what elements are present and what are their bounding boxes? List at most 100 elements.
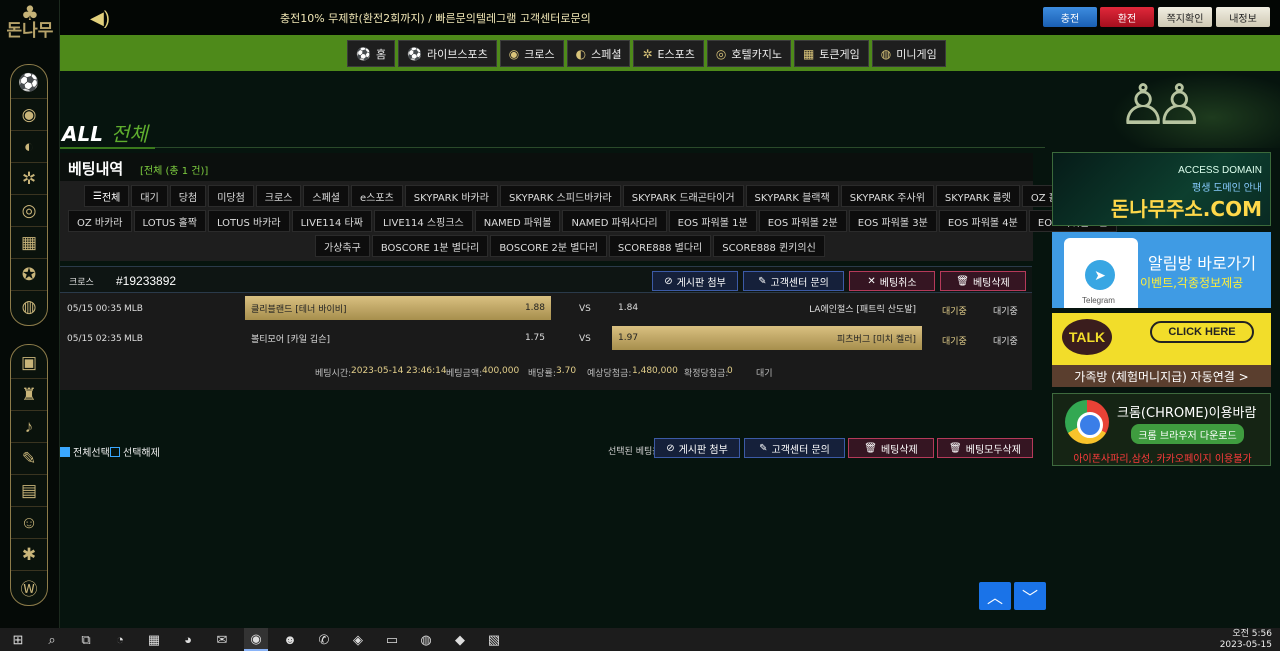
- chrome-taskbar-icon[interactable]: ◉: [244, 628, 268, 651]
- mail-icon[interactable]: ✉: [210, 628, 234, 651]
- coin-icon[interactable]: Ⓦ: [11, 571, 47, 603]
- nav-hotel-casino[interactable]: ◎ 호텔카지노: [706, 40, 791, 67]
- filter-button[interactable]: 스페셜: [303, 185, 350, 207]
- filter-button[interactable]: SCORE888 퀸키의신: [713, 235, 825, 257]
- excel-icon[interactable]: ▧: [482, 628, 506, 651]
- filter-button[interactable]: EOS 파워볼 2분: [758, 210, 847, 232]
- scroll-down-button[interactable]: ﹀: [1014, 582, 1046, 610]
- charge-button[interactable]: 충전: [1043, 7, 1097, 27]
- file-explorer-icon[interactable]: ▭: [380, 628, 404, 651]
- page-title: ALL 전체: [62, 118, 148, 147]
- filter-button[interactable]: NAMED 파워볼: [474, 210, 561, 232]
- casino-icon[interactable]: ✪: [11, 259, 47, 291]
- domain-banner[interactable]: ACCESS DOMAIN 평생 도메인 안내 돈나무주소.COM: [1052, 152, 1271, 226]
- filter-label: SCORE888 별다리: [617, 242, 703, 254]
- filter-button[interactable]: ☰ 전체: [84, 185, 130, 207]
- filter-button[interactable]: OZ 바카라: [68, 210, 132, 232]
- nav-esports[interactable]: ✲ E스포츠: [633, 40, 704, 67]
- filter-button[interactable]: 가상축구: [315, 235, 370, 257]
- select-all-checkbox[interactable]: 전체선택: [60, 444, 110, 459]
- delete-all-button[interactable]: 🗑 베팅모두삭제: [937, 438, 1033, 458]
- filter-button[interactable]: EOS 파워볼 1분: [668, 210, 757, 232]
- support-button[interactable]: ✎ 고객센터 문의: [743, 271, 844, 291]
- filter-label: SKYPARK 드래곤타이거: [631, 192, 735, 204]
- away-team-pick[interactable]: 1.84 LA에인절스 [패트릭 산도발]: [612, 296, 922, 320]
- nav-token-game[interactable]: ▦ 토큰게임: [793, 40, 869, 67]
- away-team-pick[interactable]: 1.97 피츠버그 [미치 켈러]: [612, 326, 922, 350]
- baseball-icon[interactable]: ◐: [11, 131, 47, 163]
- board-attach-button[interactable]: ⊘ 게시판 첨부: [652, 271, 738, 291]
- app-icon[interactable]: ◆: [448, 628, 472, 651]
- token-game-icon[interactable]: ▦: [11, 227, 47, 259]
- special-icon[interactable]: ✲: [11, 163, 47, 195]
- kakao-banner[interactable]: TALK CLICK HERE 가족방 (체험머니지급) 자동연결 >: [1052, 313, 1271, 387]
- minigame-icon[interactable]: ◍: [11, 291, 47, 323]
- discord-icon[interactable]: ☻: [278, 628, 302, 651]
- filter-button[interactable]: 크로스: [255, 185, 302, 207]
- deselect-checkbox[interactable]: 선택해제: [110, 444, 160, 459]
- nav-cross[interactable]: ◉ 크로스: [499, 40, 564, 67]
- telegram-banner[interactable]: Telegram ➤ 알림방 바로가기 이벤트,각종정보제공: [1052, 232, 1271, 308]
- pencil-icon[interactable]: ✎: [11, 443, 47, 475]
- nav-live-sports[interactable]: ⚽ 라이브스포츠: [398, 40, 497, 67]
- filter-button[interactable]: 대기: [131, 185, 168, 207]
- nav-special[interactable]: ◐ 스페셜: [566, 40, 631, 67]
- cancel-bet-button[interactable]: ✕ 베팅취소: [849, 271, 935, 291]
- filter-button[interactable]: LIVE114 타짜: [291, 210, 372, 232]
- filter-button[interactable]: NAMED 파워사다리: [562, 210, 667, 232]
- filter-button[interactable]: 미당첨: [208, 185, 254, 207]
- esports-icon[interactable]: ◎: [11, 195, 47, 227]
- nav-minigame[interactable]: ◍ 미니게임: [871, 40, 946, 67]
- filter-button[interactable]: SCORE888 별다리: [608, 235, 712, 257]
- delete-bet-button[interactable]: 🗑 베팅삭제: [940, 271, 1026, 291]
- casino-chip-icon[interactable]: ♜: [11, 379, 47, 411]
- taskbar-clock[interactable]: 오전 5:56 2023-05-15: [1220, 629, 1272, 651]
- chrome-download-button[interactable]: 크롬 브라우저 다운로드: [1131, 424, 1244, 444]
- tree-icon: ♣: [21, 1, 39, 25]
- windows-start-icon[interactable]: ⊞: [6, 628, 30, 651]
- filter-button[interactable]: e스포츠: [351, 185, 403, 207]
- filter-button[interactable]: EOS 파워볼 4분: [938, 210, 1027, 232]
- filter-button[interactable]: LIVE114 스핑크스: [373, 210, 473, 232]
- site-logo[interactable]: ♣ 돈나무: [6, 1, 54, 60]
- filter-button[interactable]: SKYPARK 드래곤타이거: [622, 185, 744, 207]
- my-info-button[interactable]: 내정보: [1216, 7, 1270, 27]
- filter-button[interactable]: LOTUS 홀짝: [133, 210, 206, 232]
- filter-button[interactable]: SKYPARK 룰렛: [935, 185, 1020, 207]
- filter-button[interactable]: SKYPARK 주사위: [840, 185, 934, 207]
- calculator-icon[interactable]: ▦: [142, 628, 166, 651]
- bulk-support-button[interactable]: ✎ 고객센터 문의: [744, 438, 845, 458]
- search-icon[interactable]: ⌕: [40, 628, 64, 651]
- filter-button[interactable]: SKYPARK 스피드바카라: [499, 185, 621, 207]
- basketball-icon[interactable]: ◉: [11, 99, 47, 131]
- scroll-up-button[interactable]: ︿: [979, 582, 1011, 610]
- filter-button[interactable]: SKYPARK 블랙잭: [745, 185, 839, 207]
- user-icon[interactable]: ☺: [11, 507, 47, 539]
- filter-button[interactable]: LOTUS 바카라: [207, 210, 290, 232]
- filter-button[interactable]: BOSCORE 1분 별다리: [371, 235, 489, 257]
- bulk-attach-button[interactable]: ⊘ 게시판 첨부: [654, 438, 740, 458]
- task-view-icon[interactable]: ⧉: [74, 628, 98, 651]
- home-team-pick[interactable]: 클리블랜드 [테너 바이비] 1.88: [245, 296, 551, 320]
- messages-button[interactable]: 쪽지확인: [1158, 7, 1212, 27]
- app-icon[interactable]: ◔: [108, 628, 132, 651]
- filter-label: EOS 파워볼 1분: [677, 217, 748, 229]
- attendance-icon[interactable]: ✱: [11, 539, 47, 571]
- filter-button[interactable]: EOS 파워볼 3분: [848, 210, 937, 232]
- app-icon[interactable]: ◍: [414, 628, 438, 651]
- microphone-icon[interactable]: ♪: [11, 411, 47, 443]
- gift-icon[interactable]: ▤: [11, 475, 47, 507]
- nav-home[interactable]: ⚽ 홈: [347, 40, 396, 67]
- app-icon[interactable]: ◕: [176, 628, 200, 651]
- filter-button[interactable]: BOSCORE 2분 별다리: [490, 235, 607, 257]
- kakaotalk-icon[interactable]: ✆: [312, 628, 336, 651]
- home-team-pick[interactable]: 볼티모어 [카일 깁슨] 1.75: [245, 326, 551, 350]
- app-icon[interactable]: ◈: [346, 628, 370, 651]
- exchange-button[interactable]: 환전: [1100, 7, 1154, 27]
- bulk-delete-button[interactable]: 🗑 베팅삭제: [848, 438, 934, 458]
- soccer-icon[interactable]: ⚽: [11, 67, 47, 99]
- filter-button[interactable]: 당첨: [169, 185, 207, 207]
- filter-button[interactable]: SKYPARK 바카라: [404, 185, 498, 207]
- clock-date: 2023-05-15: [1219, 640, 1272, 650]
- wallet-icon[interactable]: ▣: [11, 347, 47, 379]
